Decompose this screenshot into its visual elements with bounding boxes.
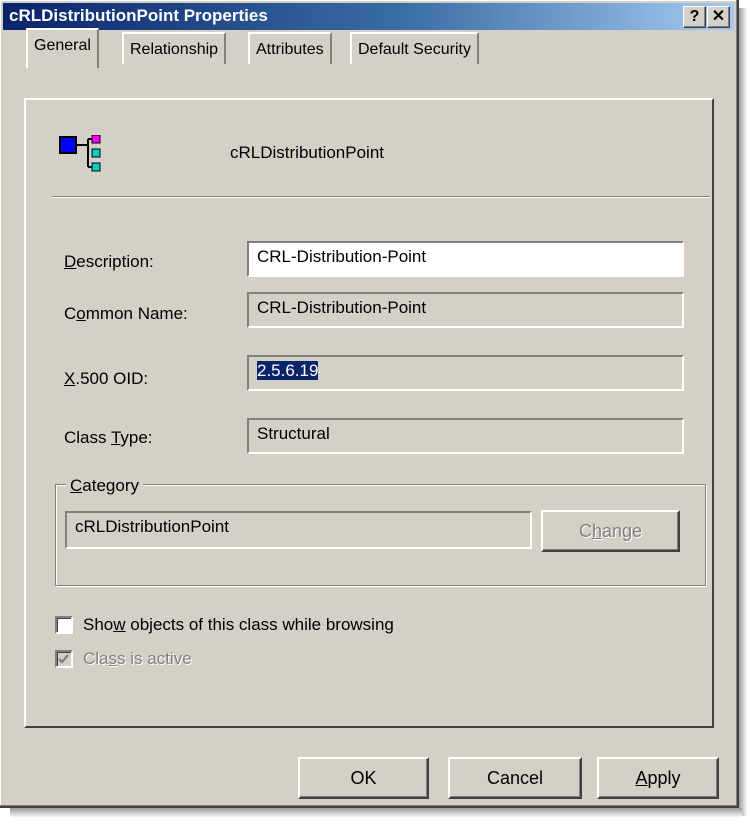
description-label: Description: (64, 252, 154, 271)
oid-selected-text: 2.5.6.19 (257, 361, 319, 380)
oid-label: X.500 OID: (64, 369, 149, 388)
change-button[interactable]: Change (541, 510, 680, 552)
tab-relationship-label: Relationship (130, 41, 219, 58)
oid-field[interactable]: 2.5.6.19 (247, 355, 684, 391)
window-title: cRLDistributionPoint Properties (9, 6, 268, 25)
show-objects-label[interactable]: Show objects of this class while browsin… (83, 615, 394, 635)
header-divider (52, 196, 710, 198)
category-group-title: Category (66, 476, 143, 496)
common-name-field[interactable]: CRL-Distribution-Point (247, 292, 684, 328)
class-name-heading: cRLDistributionPoint (230, 143, 385, 162)
window-shadow-right (739, 8, 747, 816)
help-button[interactable]: ? (683, 6, 706, 28)
class-active-checkbox[interactable] (55, 650, 73, 668)
close-button[interactable]: ✕ (707, 6, 730, 28)
show-objects-checkbox[interactable] (55, 616, 73, 634)
tab-attributes-label: Attributes (256, 41, 324, 58)
window-shadow-bottom (10, 808, 742, 818)
checkmark-icon (58, 654, 69, 664)
class-hierarchy-icon (59, 135, 101, 172)
class-type-label: Class Type: (64, 428, 153, 447)
tab-relationship[interactable]: Relationship (122, 32, 227, 64)
class-active-label: Class is active (83, 649, 192, 668)
apply-button[interactable]: Apply (597, 757, 719, 799)
tab-general[interactable]: General (26, 28, 99, 68)
title-bar[interactable]: cRLDistributionPoint Properties ? ✕ (3, 3, 734, 30)
description-field[interactable]: CRL-Distribution-Point (247, 241, 684, 277)
common-name-label: Common Name: (64, 304, 188, 323)
class-type-field[interactable]: Structural (247, 418, 684, 454)
tab-attributes[interactable]: Attributes (248, 32, 332, 64)
tab-general-label: General (34, 37, 91, 54)
tab-default-security-label: Default Security (358, 41, 471, 58)
ok-button[interactable]: OK (298, 757, 429, 799)
tab-default-security[interactable]: Default Security (350, 32, 479, 64)
category-field[interactable]: cRLDistributionPoint (65, 511, 532, 549)
cancel-button[interactable]: Cancel (448, 757, 582, 799)
